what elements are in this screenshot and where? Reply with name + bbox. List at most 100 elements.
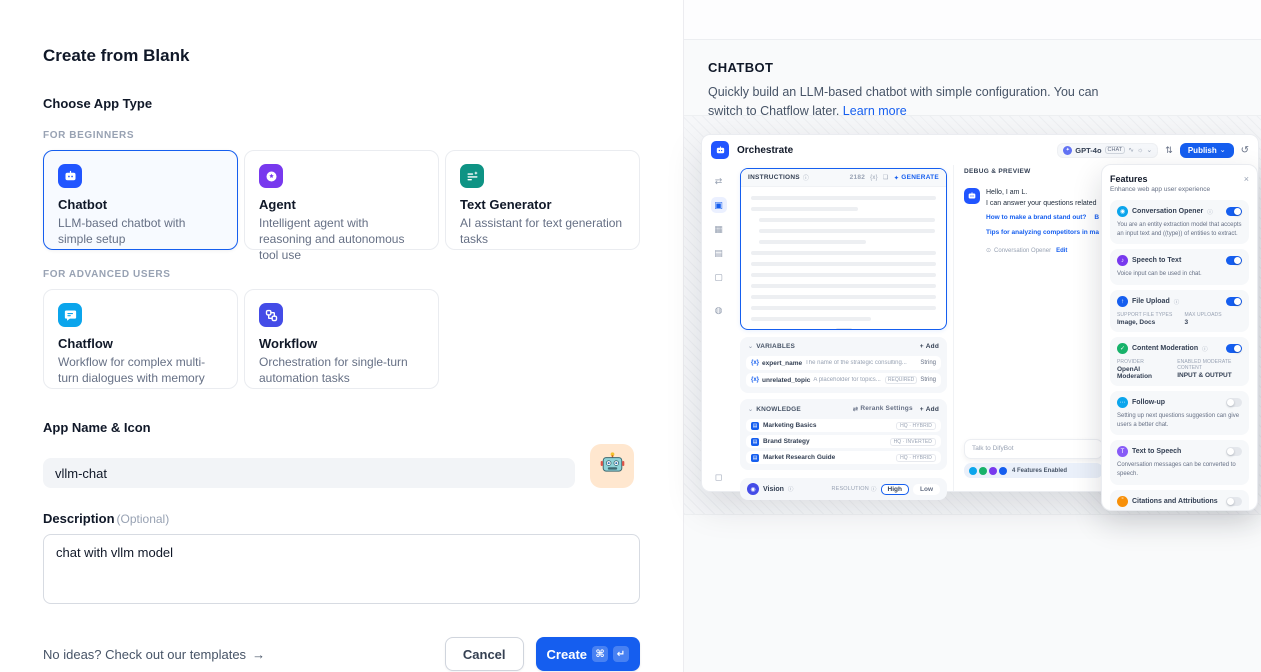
- feature-toggle[interactable]: [1226, 447, 1242, 456]
- caret-down-icon[interactable]: ⌄: [748, 406, 753, 413]
- caret-down-icon[interactable]: ⌄: [748, 343, 753, 350]
- dataset-icon: ▤: [751, 438, 759, 446]
- variables-section: ⌄ VARIABLES + Add {x} expert_nam: [740, 337, 947, 393]
- variables-icon: {x}: [870, 175, 878, 181]
- notes-nav-icon[interactable]: ▢: [711, 269, 727, 285]
- for-advanced-users-label: FOR ADVANCED USERS: [43, 269, 640, 280]
- edit-link[interactable]: Edit: [1056, 247, 1067, 256]
- docs-nav-icon[interactable]: ▤: [711, 245, 727, 261]
- preview-title: Orchestrate: [737, 145, 793, 156]
- text-generator-icon: [460, 164, 484, 188]
- card-title: Agent: [259, 197, 424, 212]
- model-selector[interactable]: ✦ GPT-4o CHAT ∿ ☼ ⌄: [1057, 143, 1158, 158]
- feature-toggle[interactable]: [1226, 398, 1242, 407]
- features-title: Features: [1110, 174, 1148, 184]
- app-type-card-chatbot[interactable]: Chatbot LLM-based chatbot with simple se…: [43, 150, 238, 250]
- chat-input[interactable]: Talk to DifyBot: [964, 439, 1103, 459]
- knowledge-row[interactable]: ▤ Brand Strategy HQ · INVERTED: [746, 435, 941, 448]
- resolution-high-option[interactable]: High: [881, 484, 909, 495]
- resize-handle[interactable]: [836, 328, 852, 330]
- instructions-panel[interactable]: INSTRUCTIONS ⓘ 2182 {x} ❏ ✦ GENERATE: [740, 168, 947, 330]
- description-input[interactable]: chat with vllm model: [43, 534, 640, 604]
- close-icon[interactable]: ×: [1244, 174, 1249, 184]
- model-name: GPT-4o: [1075, 146, 1101, 155]
- copy-icon[interactable]: ❏: [883, 174, 889, 181]
- plus-icon: +: [920, 406, 924, 413]
- suggestion-link[interactable]: How to make a brand stand out?: [986, 214, 1086, 221]
- knowledge-title: KNOWLEDGE: [756, 406, 801, 413]
- info-icon: ⓘ: [803, 173, 809, 182]
- feature-card-conversation-opener: ◉ Conversation Opener ⓘ You are an entit…: [1110, 200, 1249, 244]
- app-type-card-text-generator[interactable]: Text Generator AI assistant for text gen…: [445, 150, 640, 250]
- feature-toggle[interactable]: [1226, 207, 1242, 216]
- cmd-key-icon: ⌘: [592, 646, 608, 662]
- feature-dot-icon: [999, 467, 1007, 475]
- create-button-label: Create: [547, 647, 587, 662]
- feature-toggle[interactable]: [1226, 497, 1242, 506]
- app-type-card-agent[interactable]: Agent Intelligent agent with reasoning a…: [244, 150, 439, 250]
- features-enabled-bar: 4 Features Enabled: [964, 463, 1103, 478]
- feature-card-text-to-speech: T Text to Speech Conversation messages c…: [1110, 440, 1249, 484]
- create-button[interactable]: Create ⌘ ↵: [536, 637, 640, 671]
- suggestion-link[interactable]: Bes: [1094, 214, 1099, 221]
- orchestrate-nav-icon[interactable]: ▣: [711, 197, 727, 213]
- resolution-low-option[interactable]: Low: [913, 484, 940, 495]
- info-icon: ⓘ: [788, 485, 794, 493]
- model-config-icon[interactable]: ⇅: [1165, 145, 1173, 156]
- choose-app-type-label: Choose App Type: [43, 96, 640, 111]
- variables-title: VARIABLES: [756, 343, 795, 350]
- preview-app-icon: [711, 141, 729, 159]
- file-upload-icon: ↑: [1117, 296, 1128, 307]
- chevron-down-icon: ⌄: [1220, 146, 1226, 154]
- cancel-button[interactable]: Cancel: [445, 637, 524, 671]
- card-title: Chatflow: [58, 336, 223, 351]
- required-badge: REQUIRED: [885, 376, 917, 384]
- app-name-input[interactable]: [43, 458, 575, 488]
- knowledge-row[interactable]: ▤ Market Research Guide HQ · HYBRID: [746, 451, 941, 464]
- generate-button[interactable]: ✦ GENERATE: [894, 174, 939, 182]
- knowledge-row[interactable]: ▤ Marketing Basics HQ · HYBRID: [746, 419, 941, 432]
- optional-label: (Optional): [117, 512, 170, 526]
- globe-nav-icon[interactable]: ◍: [711, 302, 727, 318]
- feature-toggle[interactable]: [1226, 256, 1242, 265]
- app-type-card-workflow[interactable]: Workflow Orchestration for single-turn a…: [244, 289, 439, 389]
- add-knowledge-button[interactable]: + Add: [920, 406, 939, 413]
- dataset-icon: ▤: [751, 422, 759, 430]
- card-description: AI assistant for text generation tasks: [460, 215, 625, 247]
- expand-nav-icon[interactable]: ◻: [711, 469, 727, 485]
- gallery-nav-icon[interactable]: ▦: [711, 221, 727, 237]
- variable-icon: {x}: [751, 377, 759, 383]
- instructions-actions: 2182 {x} ❏ ✦ GENERATE: [850, 174, 939, 182]
- feature-toggle[interactable]: [1226, 344, 1242, 353]
- swap-icon[interactable]: ⇄: [711, 173, 727, 189]
- templates-link[interactable]: No ideas? Check out our templates →: [43, 647, 265, 662]
- app-type-card-chatflow[interactable]: Chatflow Workflow for complex multi-turn…: [43, 289, 238, 389]
- follow-up-icon: ⋯: [1117, 397, 1128, 408]
- add-variable-button[interactable]: + Add: [920, 343, 939, 350]
- instructions-title: INSTRUCTIONS: [748, 174, 800, 181]
- greeting-line: I can answer your questions related: [986, 199, 1099, 210]
- model-mode-badge: CHAT: [1105, 146, 1126, 154]
- modal-footer: No ideas? Check out our templates → Canc…: [43, 637, 640, 671]
- features-panel: Features × Enhance web app user experien…: [1101, 164, 1258, 511]
- suggestion-link[interactable]: Tips for analyzing competitors in market: [986, 229, 1099, 236]
- card-title: Workflow: [259, 336, 424, 351]
- feature-dot-icon: [979, 467, 987, 475]
- variable-row[interactable]: {x} unrelated_topic A placeholder for to…: [746, 373, 941, 387]
- app-icon-picker[interactable]: [590, 444, 634, 488]
- history-icon[interactable]: ↺: [1241, 145, 1249, 156]
- instructions-header: INSTRUCTIONS ⓘ 2182 {x} ❏ ✦ GENERATE: [741, 169, 946, 187]
- rerank-settings-button[interactable]: ⇄ Rerank Settings: [853, 405, 913, 413]
- app-type-heading: CHATBOT: [708, 60, 1237, 75]
- for-beginners-label: FOR BEGINNERS: [43, 130, 640, 141]
- card-description: LLM-based chatbot with simple setup: [58, 215, 223, 247]
- knowledge-header: ⌄ KNOWLEDGE ⇄ Rerank Settings + Add: [746, 404, 941, 416]
- publish-button[interactable]: Publish ⌄: [1180, 143, 1234, 158]
- vision-icon: ◉: [747, 483, 759, 495]
- card-title: Text Generator: [460, 197, 625, 212]
- variable-row[interactable]: {x} expert_name The name of the strategi…: [746, 356, 941, 370]
- page-title: Create from Blank: [43, 46, 640, 66]
- feature-toggle[interactable]: [1226, 297, 1242, 306]
- greeting-line: Hello, I am L.: [986, 188, 1099, 199]
- instructions-placeholder-lines: [741, 187, 946, 330]
